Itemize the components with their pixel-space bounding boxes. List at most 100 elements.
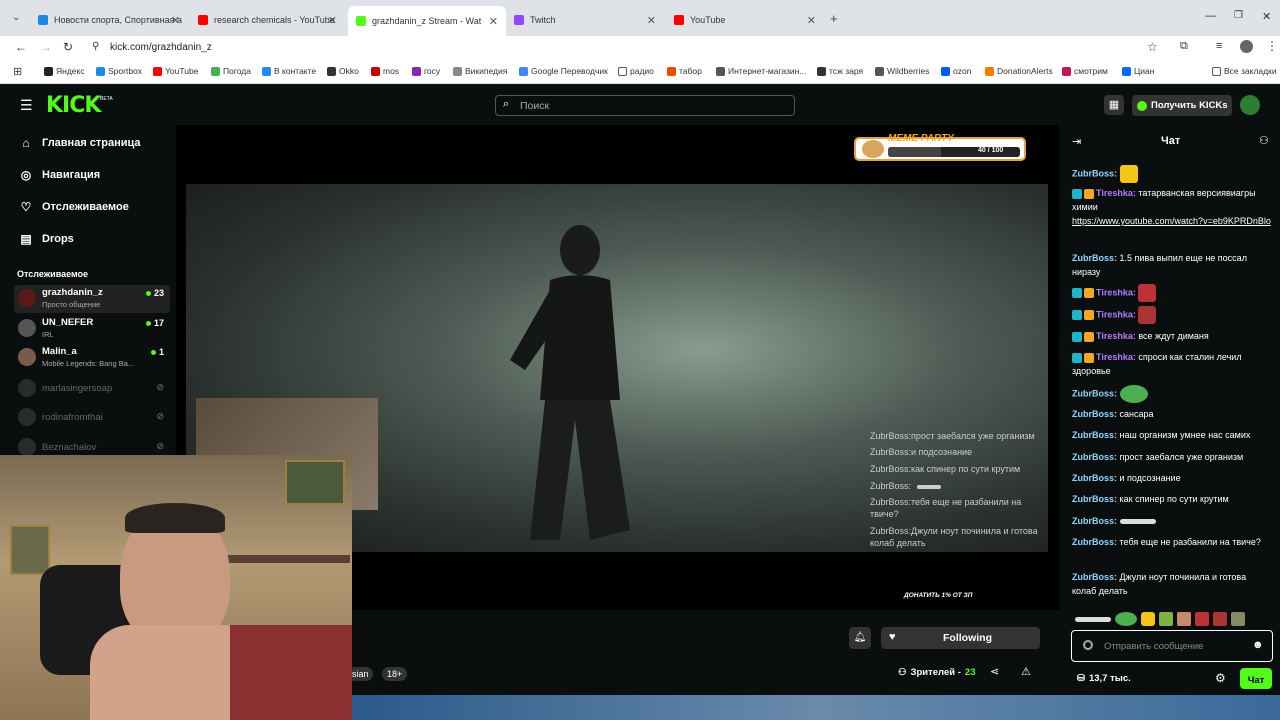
bookmark-okko[interactable]: Okko: [327, 66, 359, 76]
emote-icon[interactable]: [1159, 612, 1173, 626]
emote-icon[interactable]: [1195, 612, 1209, 626]
close-icon[interactable]: ✕: [489, 15, 498, 28]
bookmark-cian[interactable]: Циан: [1122, 66, 1154, 76]
chat-send-button[interactable]: Чат: [1240, 668, 1272, 689]
bookmark-youtube[interactable]: YouTube: [153, 66, 198, 76]
chat-settings-icon[interactable]: ⚙: [1215, 671, 1226, 685]
close-icon[interactable]: ✕: [647, 14, 656, 27]
close-icon[interactable]: ✕: [328, 14, 337, 27]
tab-title: Новости спорта, Спортивная а: [54, 15, 183, 25]
mature-tag[interactable]: 18+: [382, 667, 408, 681]
chat-input[interactable]: Отправить сообщение ☻: [1071, 630, 1273, 662]
emote-icon: [1119, 165, 1138, 183]
bookmark-yandex[interactable]: Яндекс: [44, 66, 85, 76]
bookmark-vk[interactable]: В контакте: [262, 66, 316, 76]
nav-home[interactable]: ⌂ Главная страница: [20, 136, 140, 150]
chat-message: Tireshka: спроси как сталин лечил здоров…: [1072, 352, 1242, 376]
get-kicks-button[interactable]: Получить KICKs: [1132, 95, 1232, 116]
close-icon[interactable]: ✕: [807, 14, 816, 27]
reload-icon[interactable]: ↻: [63, 40, 73, 54]
channel-malin-a[interactable]: Malin_a Mobile Legends: Bang Ba... 1: [14, 344, 170, 372]
share-icon[interactable]: ⋖: [990, 665, 999, 678]
channel-avatar: [18, 379, 36, 397]
forward-icon[interactable]: →: [40, 40, 52, 54]
bookmark-shop[interactable]: Интернет-магазин...: [716, 66, 806, 76]
tab-twitch[interactable]: Twitch ✕: [506, 8, 664, 32]
channel-avatar: [18, 348, 36, 366]
bookmark-icon: [875, 66, 884, 76]
bookmark-gosu[interactable]: госу: [412, 66, 440, 76]
close-icon[interactable]: ✕: [171, 14, 180, 27]
browser-menu-icon[interactable]: ⋮: [1266, 39, 1278, 53]
bookmark-weather[interactable]: Погода: [211, 66, 251, 76]
close-window-icon[interactable]: ✕: [1262, 10, 1271, 23]
chat-message: ZubrBoss: и подсознание: [1072, 473, 1181, 483]
home-icon: ⌂: [22, 136, 30, 150]
tab-kick-stream[interactable]: grazhdanin_z Stream - Wat ✕: [348, 6, 506, 36]
bookmark-smotrim[interactable]: смотрим: [1062, 66, 1108, 76]
channel-un-nefer[interactable]: UN_NEFER IRL 17: [14, 315, 170, 343]
tab-youtube-research[interactable]: research chemicals - YouTube ✕: [190, 8, 345, 32]
donate-banner: ДОНАТИТЬ 1% ОТ ЗП: [904, 592, 973, 599]
chat-message: ZubrBoss:: [1072, 165, 1272, 183]
emoji-icon[interactable]: ☻: [1252, 639, 1264, 651]
tab-list-icon[interactable]: ⌄: [12, 12, 20, 23]
nav-following[interactable]: ♡ Отслеживаемое: [20, 200, 129, 214]
bookmark-star-icon[interactable]: ☆: [1147, 40, 1158, 54]
channel-grazhdanin-z[interactable]: grazhdanin_z Просто общение 23: [14, 285, 170, 313]
emote-icon[interactable]: [1231, 612, 1245, 626]
bookmark-mos[interactable]: mos: [371, 66, 399, 76]
channel-avatar: [18, 319, 36, 337]
site-info-icon[interactable]: ⚲: [92, 41, 99, 52]
bookmark-google-translate[interactable]: Google Переводчик: [519, 66, 608, 76]
channel-rodinafromthai[interactable]: rodinafromthai ⊘: [14, 404, 170, 432]
collapse-chat-icon[interactable]: ⇥: [1072, 135, 1081, 148]
kicks-balance[interactable]: ⛁ 13,7 тыс.: [1077, 673, 1131, 684]
url-field[interactable]: kick.com/grazhdanin_z: [110, 42, 212, 53]
media-icon[interactable]: ≡: [1216, 40, 1222, 52]
maximize-icon[interactable]: ❐: [1234, 10, 1243, 21]
sub-badge-icon: [1072, 310, 1082, 320]
youtube-icon: [198, 15, 208, 25]
minimize-icon[interactable]: —: [1205, 10, 1216, 22]
layout-toggle-icon[interactable]: ▦: [1104, 95, 1124, 115]
user-avatar[interactable]: [1240, 95, 1260, 115]
lizard-emote-icon[interactable]: [1075, 616, 1111, 622]
bookmark-tszh[interactable]: тсж заря: [817, 66, 863, 76]
tab-sports-news[interactable]: Новости спорта, Спортивная а ✕: [30, 8, 188, 32]
report-icon[interactable]: ⚠: [1021, 665, 1031, 678]
bookmark-icon: [817, 66, 826, 76]
channel-marlasingersoap[interactable]: marlasingersoap ⊘: [14, 375, 170, 403]
chat-message: ZubrBoss: наш организм умнее нас самих: [1072, 430, 1251, 440]
nav-drops[interactable]: ▤ Drops: [20, 232, 73, 246]
new-tab-icon[interactable]: +: [830, 11, 838, 26]
emote-icon[interactable]: [1141, 612, 1155, 626]
bookmark-radio[interactable]: радио: [618, 66, 654, 76]
emote-icon[interactable]: [1177, 612, 1191, 626]
kick-logo[interactable]: KICK: [46, 93, 101, 118]
hamburger-menu-icon[interactable]: ☰: [20, 97, 33, 114]
live-dot: [145, 321, 151, 327]
all-bookmarks[interactable]: Все закладки: [1212, 66, 1277, 76]
back-icon[interactable]: ←: [15, 40, 27, 54]
profile-avatar[interactable]: [1240, 40, 1253, 53]
bookmark-donationalerts[interactable]: DonationAlerts: [985, 66, 1053, 76]
bookmark-ozon[interactable]: ozon: [941, 66, 971, 76]
chatters-icon[interactable]: ⚇: [1259, 134, 1269, 147]
bookmark-sportbox[interactable]: Sportbox: [96, 66, 142, 76]
bookmark-tabor[interactable]: табор: [667, 66, 702, 76]
pepe-emote-icon[interactable]: [1115, 612, 1137, 626]
bookmark-wildberries[interactable]: Wildberries: [875, 66, 930, 76]
emote-icon[interactable]: [1213, 612, 1227, 626]
notification-bell-button[interactable]: 🔔︎: [849, 627, 871, 649]
apps-grid-icon[interactable]: ⊞: [13, 65, 22, 78]
nav-browse[interactable]: ◎ Навигация: [20, 168, 100, 182]
bookmark-icon: [985, 66, 994, 76]
tab-youtube[interactable]: YouTube ✕: [666, 8, 824, 32]
bookmark-icon: [667, 66, 676, 76]
bookmark-wikipedia[interactable]: Википедия: [453, 66, 507, 76]
following-button[interactable]: ♥ Following: [881, 627, 1040, 649]
extensions-icon[interactable]: ⧉: [1180, 40, 1188, 53]
chat-link[interactable]: https://www.youtube.com/watch?v=eb9KPRDn…: [1072, 216, 1271, 226]
search-box[interactable]: ⌕ Поиск: [495, 95, 795, 116]
